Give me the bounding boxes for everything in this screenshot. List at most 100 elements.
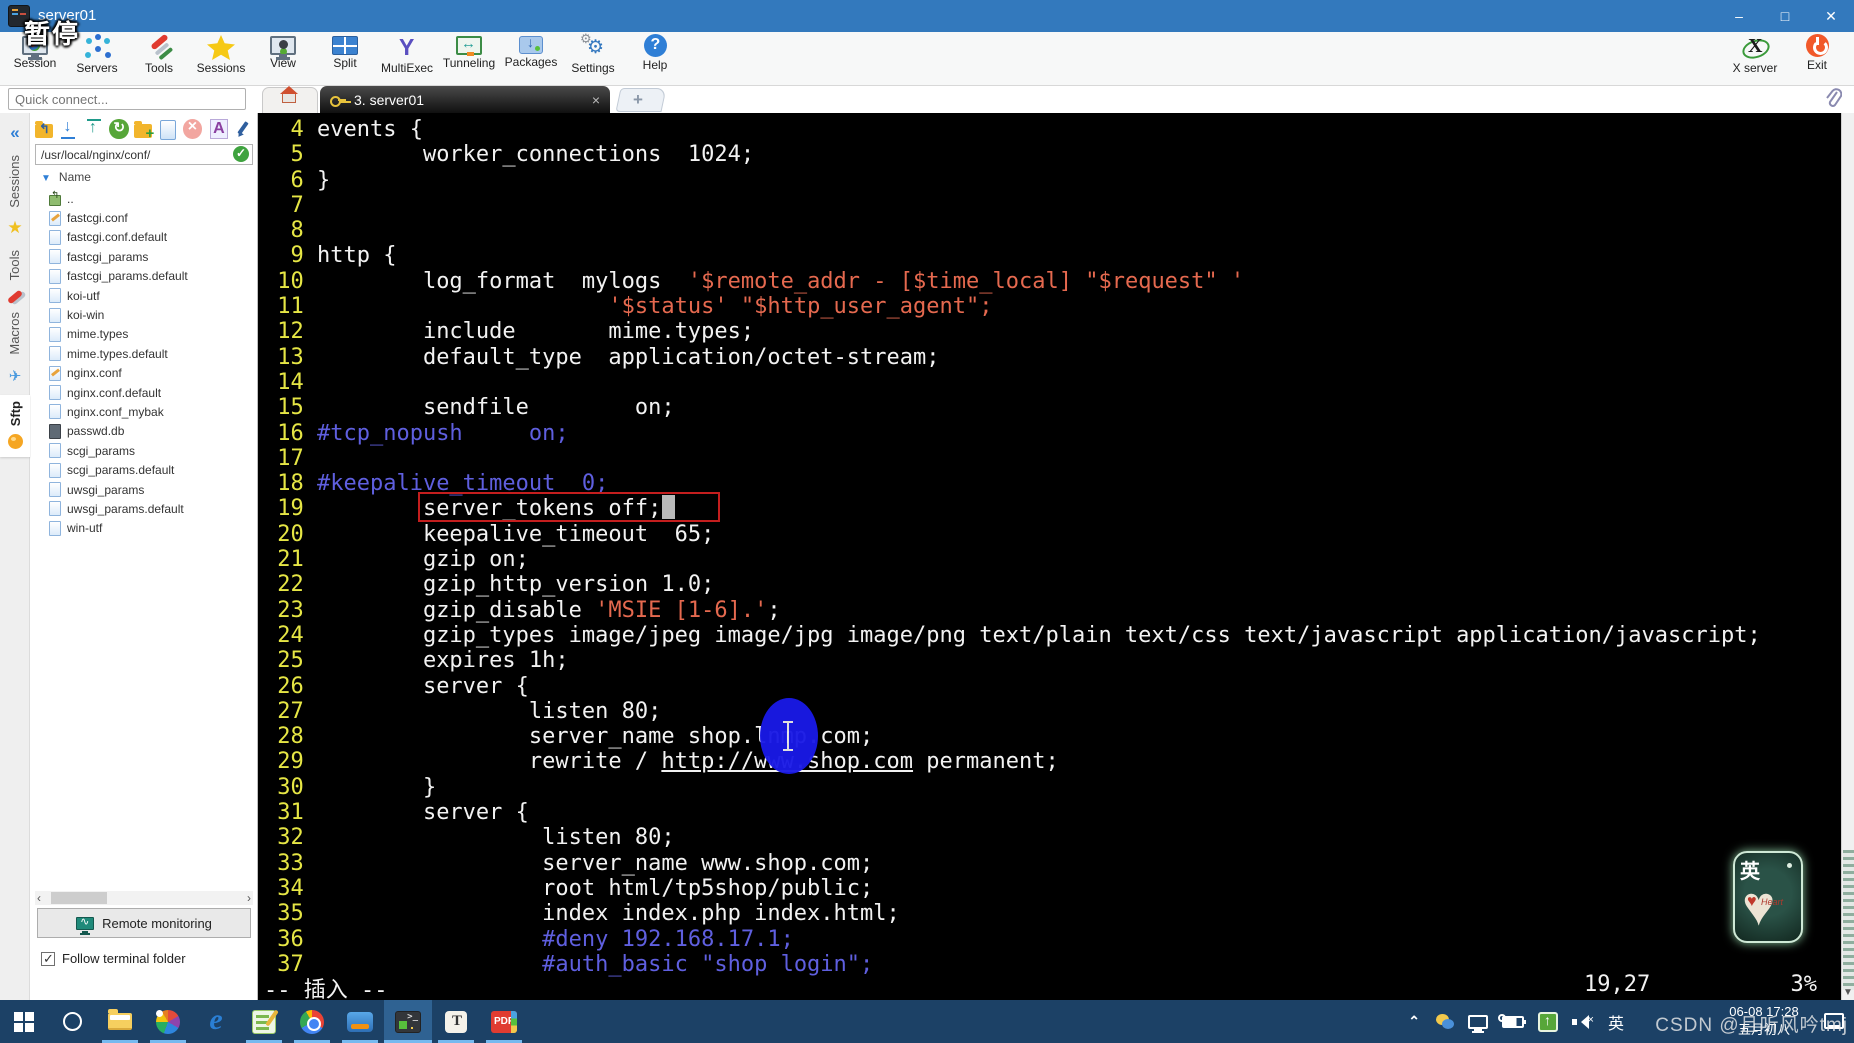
line-number: 28 xyxy=(264,724,317,750)
scroll-left-icon[interactable]: ‹ xyxy=(37,891,41,905)
terminal-scrollbar[interactable]: ▼ xyxy=(1841,113,1854,1000)
quick-connect-input[interactable] xyxy=(8,88,246,110)
file-list-item[interactable]: .. xyxy=(35,189,253,208)
pinwheel-app-taskbar-icon[interactable] xyxy=(144,1000,192,1043)
file-list-item[interactable]: koi-win xyxy=(35,305,253,324)
mobaxterm-taskbar-icon[interactable] xyxy=(384,1000,432,1043)
file-panel-toolbar xyxy=(35,117,253,142)
file-name: fastcgi_params.default xyxy=(67,269,188,284)
file-list-item[interactable]: mime.types xyxy=(35,325,253,344)
toolbar-item-tools[interactable]: Tools xyxy=(128,32,190,86)
toolbar-item-view[interactable]: View xyxy=(252,32,314,86)
new-folder-icon[interactable] xyxy=(133,120,155,142)
star-icon[interactable]: ★ xyxy=(0,218,30,238)
sidebar-tab-macros[interactable]: Macros xyxy=(7,312,22,355)
typora-taskbar-icon[interactable] xyxy=(432,1000,480,1043)
collapse-sidebar-button[interactable]: « xyxy=(0,123,30,143)
edge-taskbar-icon[interactable]: e xyxy=(192,1000,240,1043)
file-name: passwd.db xyxy=(67,424,125,439)
terminal[interactable]: 4 events { 5 worker_connections 1024; 6 … xyxy=(258,113,1841,1003)
edit-icon[interactable] xyxy=(233,119,253,139)
file-list-item[interactable]: fastcgi.conf.default xyxy=(35,228,253,247)
sidebar-tab-sessions[interactable]: Sessions xyxy=(7,155,22,208)
file-list-item[interactable]: fastcgi.conf xyxy=(35,208,253,227)
file-list-item[interactable]: passwd.db xyxy=(35,422,253,441)
toolbar-item-exit[interactable]: Exit xyxy=(1786,32,1848,86)
file-list-item[interactable]: scgi_params.default xyxy=(35,460,253,479)
file-list-item[interactable]: nginx.conf xyxy=(35,364,253,383)
battery-tray-icon[interactable] xyxy=(1497,1013,1526,1028)
tools-knife-icon[interactable] xyxy=(6,289,23,305)
follow-terminal-folder-row[interactable]: Follow terminal folder xyxy=(41,951,186,967)
refresh-icon[interactable] xyxy=(109,119,129,139)
file-list-item[interactable]: uwsgi_params.default xyxy=(35,499,253,518)
vim-cursor-block xyxy=(662,495,675,519)
file-list-item[interactable]: scgi_params xyxy=(35,441,253,460)
tab-close-icon[interactable]: × xyxy=(592,92,600,108)
packages-icon xyxy=(519,34,543,54)
notepad-plus-plus-taskbar-icon[interactable] xyxy=(240,1000,288,1043)
messaging-tray-icon[interactable] xyxy=(1434,1013,1454,1030)
toolbar-item-x-server[interactable]: X server xyxy=(1724,32,1786,86)
tab-server01[interactable]: 3. server01 × xyxy=(320,86,610,113)
updater-tray-icon[interactable] xyxy=(1537,1011,1558,1032)
tray-expand-icon[interactable]: ⌃ xyxy=(1408,1013,1420,1030)
scroll-down-icon[interactable]: ▼ xyxy=(1843,987,1853,998)
volume-muted-icon[interactable]: × xyxy=(1571,1014,1594,1030)
minimize-button[interactable]: – xyxy=(1716,0,1762,32)
encoding-icon[interactable] xyxy=(207,119,229,139)
close-button[interactable]: ✕ xyxy=(1808,0,1854,32)
horizontal-scrollbar[interactable]: ‹ › xyxy=(35,891,253,905)
file-list-item[interactable]: uwsgi_params xyxy=(35,480,253,499)
file-icon xyxy=(49,501,61,517)
file-list-item[interactable]: fastcgi_params.default xyxy=(35,267,253,286)
file-explorer-taskbar-icon[interactable] xyxy=(96,1000,144,1043)
parent-folder-icon[interactable] xyxy=(35,120,54,138)
toolbar-item-help[interactable]: Help xyxy=(624,32,686,86)
file-list-item[interactable]: fastcgi_params xyxy=(35,247,253,266)
start-taskbar-icon[interactable] xyxy=(0,1000,48,1043)
sidebar-tab-tools[interactable]: Tools xyxy=(7,250,22,280)
line-number: 36 xyxy=(264,926,317,952)
file-list-item[interactable]: win-utf xyxy=(35,519,253,538)
file-list-item[interactable]: nginx.conf.default xyxy=(35,383,253,402)
follow-checkbox[interactable] xyxy=(41,951,55,967)
monitor-icon xyxy=(76,915,95,933)
download-icon[interactable] xyxy=(58,118,78,139)
pdf-reader-taskbar-icon[interactable] xyxy=(480,1000,528,1043)
scroll-right-icon[interactable]: › xyxy=(247,891,251,905)
toolbar-item-label: Sessions xyxy=(196,61,246,75)
toolbar-item-packages[interactable]: Packages xyxy=(500,32,562,86)
file-list-item[interactable]: koi-utf xyxy=(35,286,253,305)
home-tab[interactable] xyxy=(262,86,318,113)
toolbar-item-tunneling[interactable]: Tunneling xyxy=(438,32,500,86)
file-list-item[interactable]: nginx.conf_mybak xyxy=(35,402,253,421)
cortana-taskbar-icon[interactable] xyxy=(48,1000,96,1043)
scrollbar-thumb[interactable] xyxy=(51,892,107,904)
toolbar-item-multiexec[interactable]: MultiExec xyxy=(376,32,438,86)
toolbar-item-split[interactable]: Split xyxy=(314,32,376,86)
delete-icon[interactable] xyxy=(182,118,203,139)
code-segment: permanent; xyxy=(913,749,1059,775)
code-segment: gzip_http_version 1.0; xyxy=(316,572,715,598)
sidebar-tab-sftp[interactable]: Sftp xyxy=(0,394,30,458)
paperclip-icon[interactable] xyxy=(1824,88,1842,110)
new-file-icon[interactable] xyxy=(157,119,177,140)
path-input[interactable] xyxy=(35,144,253,165)
macros-plane-icon[interactable]: ✈ xyxy=(0,367,30,385)
terminal-line: 10 log_format mylogs '$remote_addr - [$t… xyxy=(264,269,1761,294)
network-tray-icon[interactable] xyxy=(1467,1014,1488,1031)
vmware-taskbar-icon[interactable] xyxy=(336,1000,384,1043)
toolbar-item-settings[interactable]: Settings xyxy=(562,31,624,86)
maximize-button[interactable]: □ xyxy=(1762,0,1808,32)
chrome-taskbar-icon[interactable] xyxy=(288,1000,336,1043)
remote-monitoring-button[interactable]: Remote monitoring xyxy=(37,908,251,938)
ime-indicator[interactable]: 英 xyxy=(1608,1010,1624,1034)
follow-label: Follow terminal folder xyxy=(62,951,186,966)
new-tab-button[interactable]: + xyxy=(615,88,667,112)
file-list-item[interactable]: mime.types.default xyxy=(35,344,253,363)
file-list-header[interactable]: ▼ Name xyxy=(35,170,253,187)
terminal-scrollbar-thumb[interactable] xyxy=(1843,850,1854,990)
upload-icon[interactable] xyxy=(84,119,104,139)
toolbar-item-sessions[interactable]: Sessions xyxy=(190,32,252,86)
